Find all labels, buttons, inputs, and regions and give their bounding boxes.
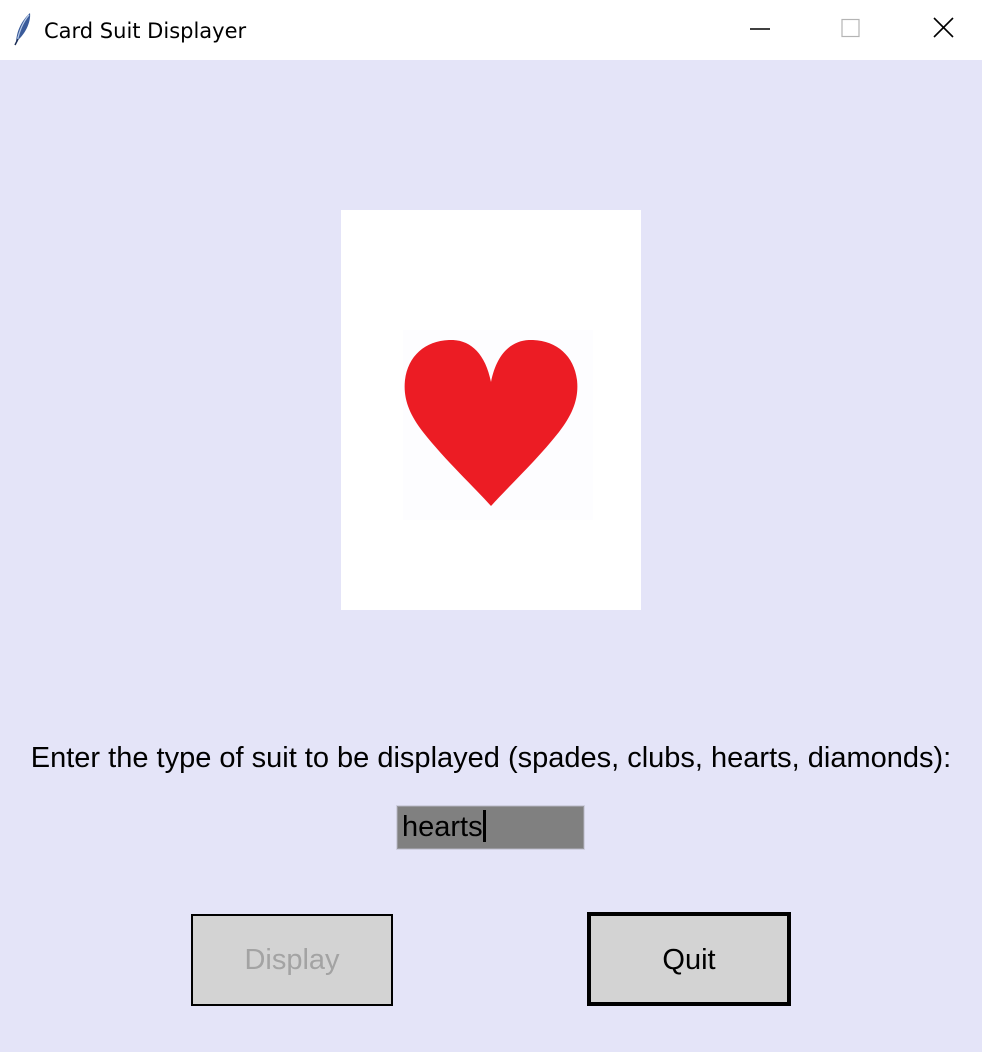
title-bar[interactable]: Card Suit Displayer — [0, 0, 982, 60]
maximize-button[interactable] — [806, 0, 896, 58]
feather-icon — [10, 10, 34, 46]
heart-icon — [403, 339, 579, 515]
suit-card-image — [341, 210, 641, 610]
app-window: Card Suit Displayer Enter the type of su… — [0, 0, 982, 1052]
text-caret — [482, 810, 486, 842]
suit-input[interactable]: hearts — [396, 805, 585, 850]
window-title: Card Suit Displayer — [44, 19, 247, 43]
suit-input-value: hearts — [402, 809, 486, 845]
minimize-button[interactable] — [715, 0, 805, 58]
close-button[interactable] — [897, 0, 982, 58]
display-button[interactable]: Display — [191, 914, 393, 1006]
quit-button[interactable]: Quit — [587, 912, 791, 1006]
suit-prompt-label: Enter the type of suit to be displayed (… — [30, 742, 952, 774]
